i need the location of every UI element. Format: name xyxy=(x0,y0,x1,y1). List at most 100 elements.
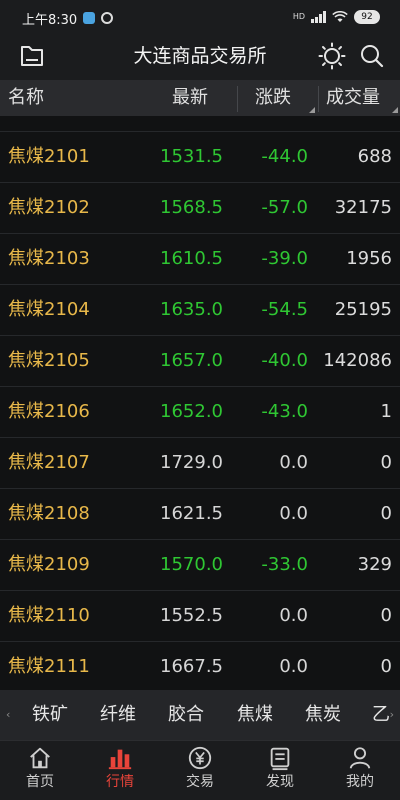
price-change: -44.0 xyxy=(261,146,308,167)
latest-price: 1570.0 xyxy=(160,554,223,575)
latest-price: 1652.0 xyxy=(160,401,223,422)
list-top-spacer xyxy=(0,116,400,132)
category-bar: ‹ 铁矿 纤维 胶合 焦煤 焦炭乙 › xyxy=(0,690,400,740)
quote-row[interactable]: 焦煤2103 1610.5 -39.0 1956 xyxy=(0,234,400,285)
column-divider xyxy=(318,86,319,112)
quote-row[interactable]: 焦煤2107 1729.0 0.0 0 xyxy=(0,438,400,489)
nav-tab-label: 交易 xyxy=(186,774,214,790)
status-bar: 上午8:30 HD 92 xyxy=(0,0,400,36)
price-change: -40.0 xyxy=(261,350,308,371)
quote-row[interactable]: 焦煤2102 1568.5 -57.0 32175 xyxy=(0,183,400,234)
signal-icon xyxy=(311,11,326,23)
trade-volume: 0 xyxy=(380,605,392,626)
quote-row[interactable]: 焦煤2106 1652.0 -43.0 1 xyxy=(0,387,400,438)
contract-name: 焦煤2109 xyxy=(8,554,90,575)
status-indicators: HD 92 xyxy=(293,10,380,24)
category-tab[interactable]: 焦煤 xyxy=(237,690,273,740)
price-change: -57.0 xyxy=(261,197,308,218)
latest-price: 1729.0 xyxy=(160,452,223,473)
trade-volume: 32175 xyxy=(334,197,392,218)
price-change: 0.0 xyxy=(279,605,308,626)
network-type-label: HD xyxy=(292,12,305,21)
latest-price: 1657.0 xyxy=(160,350,223,371)
contract-name: 焦煤2106 xyxy=(8,401,90,422)
sort-indicator-icon xyxy=(309,107,315,113)
latest-price: 1531.5 xyxy=(160,146,223,167)
nav-tab-label: 行情 xyxy=(106,774,134,790)
quote-row[interactable]: 焦煤2110 1552.5 0.0 0 xyxy=(0,591,400,642)
nav-tab-label: 发现 xyxy=(266,774,294,790)
price-change: 0.0 xyxy=(279,503,308,524)
nav-tab[interactable]: 我的 xyxy=(320,741,400,800)
contract-name: 焦煤2108 xyxy=(8,503,90,524)
contract-name: 焦煤2103 xyxy=(8,248,90,269)
nav-tab[interactable]: 首页 xyxy=(0,741,80,800)
latest-price: 1568.5 xyxy=(160,197,223,218)
app-header: 大连商品交易所 xyxy=(0,36,400,80)
sort-indicator-icon xyxy=(392,107,398,113)
market-chart-icon xyxy=(108,749,132,770)
latest-price: 1621.5 xyxy=(160,503,223,524)
status-time: 上午8:30 xyxy=(22,12,78,28)
chevron-left-icon[interactable]: ‹ xyxy=(6,690,10,740)
column-name: 名称 xyxy=(8,87,44,108)
latest-price: 1667.5 xyxy=(160,656,223,677)
nav-tab[interactable]: 发现 xyxy=(240,741,320,800)
nav-tab-label: 首页 xyxy=(26,774,54,790)
trade-volume: 0 xyxy=(380,452,392,473)
quote-row[interactable]: 焦煤2109 1570.0 -33.0 329 xyxy=(0,540,400,591)
price-change: -39.0 xyxy=(261,248,308,269)
price-change: 0.0 xyxy=(279,656,308,677)
trade-volume: 0 xyxy=(380,503,392,524)
nav-tab[interactable]: 交易 xyxy=(160,741,240,800)
column-latest[interactable]: 最新 xyxy=(172,80,208,116)
profile-icon xyxy=(349,747,371,769)
column-divider xyxy=(237,86,238,112)
contract-name: 焦煤2104 xyxy=(8,299,90,320)
quote-row[interactable]: 焦煤2104 1635.0 -54.5 25195 xyxy=(0,285,400,336)
notification-sync-icon xyxy=(101,12,114,24)
discover-icon xyxy=(270,747,290,771)
notification-app-icon xyxy=(83,12,96,24)
column-volume[interactable]: 成交量 xyxy=(326,80,380,116)
price-change: -43.0 xyxy=(261,401,308,422)
category-tab[interactable]: 纤维 xyxy=(100,690,136,740)
category-tab[interactable]: 焦炭 xyxy=(305,690,341,740)
theme-sun-icon[interactable] xyxy=(318,42,346,70)
category-tab[interactable]: 乙 xyxy=(372,690,390,740)
quote-list[interactable]: 焦煤2101 1531.5 -44.0 688 焦煤2102 1568.5 -57.0 321… xyxy=(0,116,400,690)
contract-name: 焦煤2110 xyxy=(8,605,90,626)
contract-name: 焦煤2101 xyxy=(8,146,90,167)
battery-icon: 92 xyxy=(354,10,380,24)
bottom-navigation: 首页 行情 交易 发现 我的 xyxy=(0,740,400,800)
app-root: 上午8:30 HD 92 大连商品交易所 名称 最新 涨跌 成交量 焦煤2101… xyxy=(0,0,400,800)
wifi-icon xyxy=(332,11,348,22)
trade-volume: 688 xyxy=(357,146,392,167)
home-icon xyxy=(30,747,50,769)
quote-row[interactable]: 焦煤2108 1621.5 0.0 0 xyxy=(0,489,400,540)
category-tab[interactable]: 胶合 xyxy=(168,690,204,740)
trade-volume: 25195 xyxy=(334,299,392,320)
latest-price: 1610.5 xyxy=(160,248,223,269)
price-change: -54.5 xyxy=(261,299,308,320)
column-change[interactable]: 涨跌 xyxy=(255,80,291,116)
yen-trade-icon xyxy=(188,746,212,770)
latest-price: 1635.0 xyxy=(160,299,223,320)
latest-price: 1552.5 xyxy=(160,605,223,626)
contract-name: 焦煤2111 xyxy=(8,656,90,677)
quote-row[interactable]: 焦煤2105 1657.0 -40.0 142086 xyxy=(0,336,400,387)
nav-tab[interactable]: 行情 xyxy=(80,741,160,800)
search-icon[interactable] xyxy=(358,42,386,70)
quote-row[interactable]: 焦煤2111 1667.5 0.0 0 xyxy=(0,642,400,690)
quote-row[interactable]: 焦煤2101 1531.5 -44.0 688 xyxy=(0,132,400,183)
contract-name: 焦煤2107 xyxy=(8,452,90,473)
trade-volume: 1956 xyxy=(346,248,392,269)
column-header: 名称 最新 涨跌 成交量 xyxy=(0,80,400,116)
price-change: -33.0 xyxy=(261,554,308,575)
chevron-right-icon[interactable]: › xyxy=(390,690,394,740)
trade-volume: 329 xyxy=(357,554,392,575)
nav-tab-label: 我的 xyxy=(346,774,374,790)
category-tab[interactable]: 铁矿 xyxy=(32,690,68,740)
contract-name: 焦煤2102 xyxy=(8,197,90,218)
price-change: 0.0 xyxy=(279,452,308,473)
